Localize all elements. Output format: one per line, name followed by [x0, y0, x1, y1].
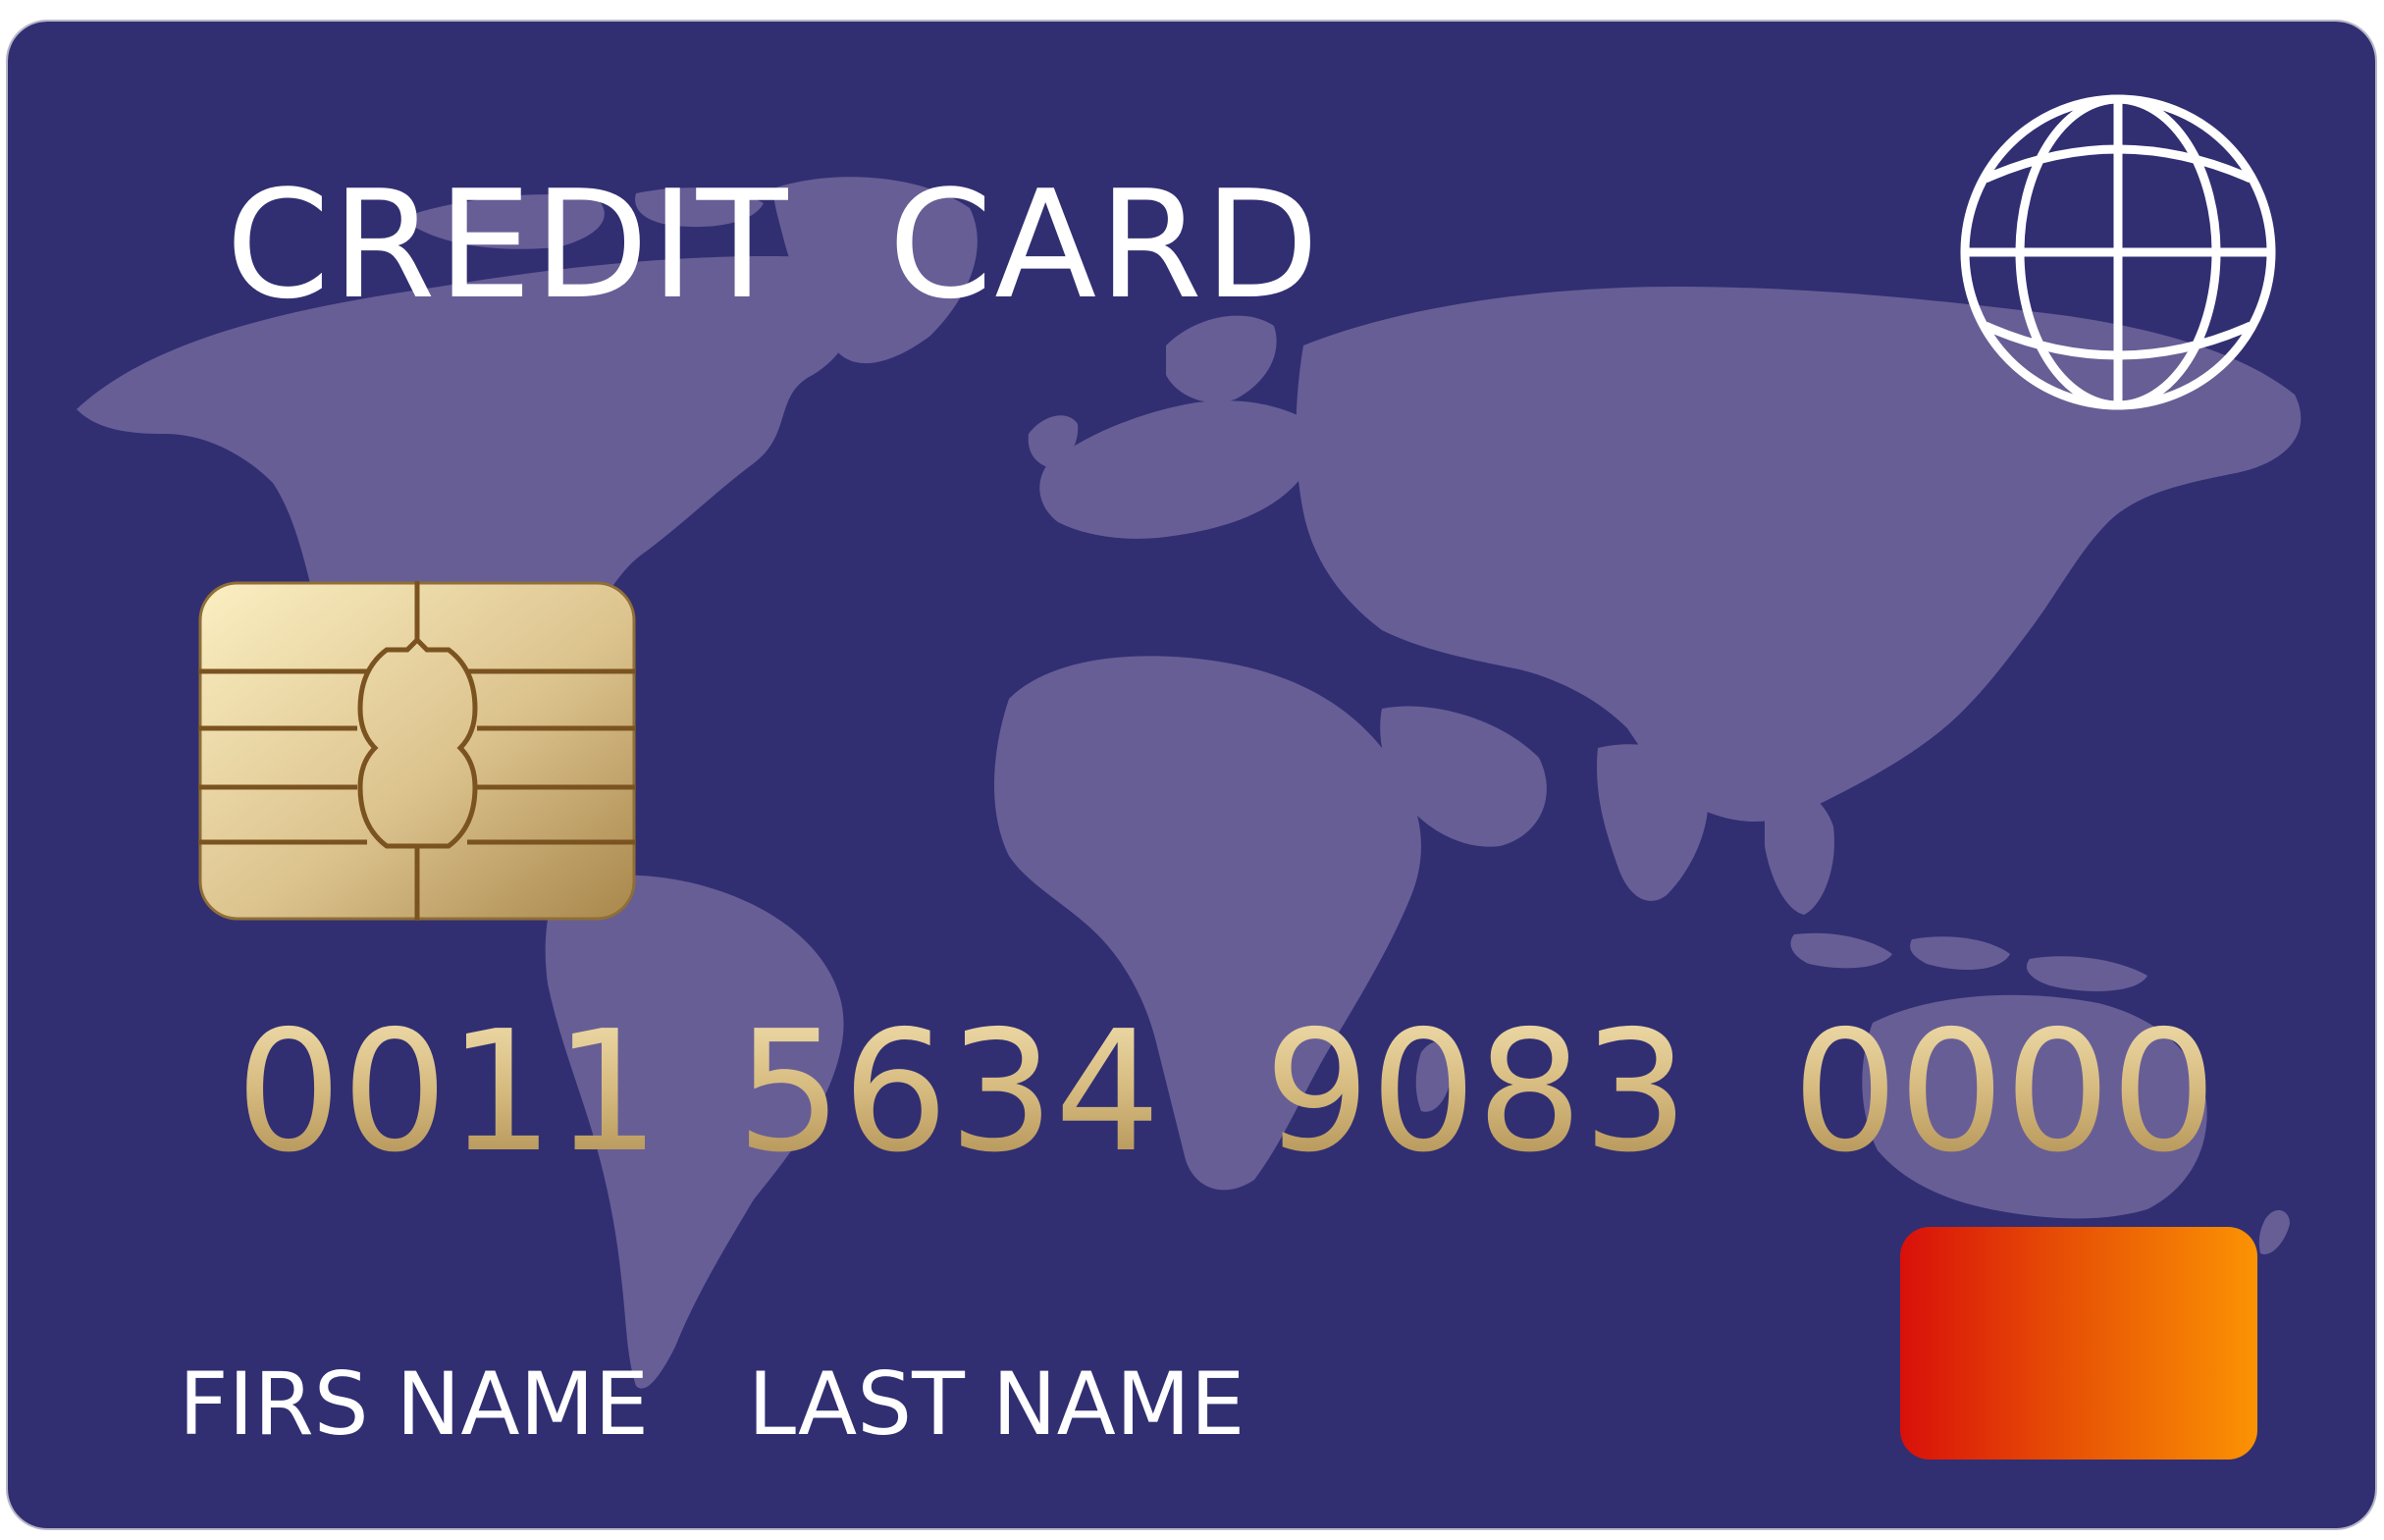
card-number-group-3: 9083 [1264, 995, 1689, 1190]
card-number: 0011 5634 9083 0000 [8, 1009, 2375, 1195]
card-number-group-1: 0011 [236, 995, 661, 1190]
globe-icon [1960, 94, 2276, 410]
card-number-group-4: 0000 [1792, 995, 2217, 1190]
emv-chip [198, 581, 636, 921]
card-title: CREDIT CARD [226, 158, 1321, 332]
brand-logo [1900, 1227, 2257, 1460]
card-number-group-2: 5634 [736, 995, 1161, 1190]
credit-card: CREDIT CARD 0011 5634 9083 0000 FIRS NAM… [6, 20, 2377, 1530]
cardholder-last-name: LAST NAME [748, 1354, 1245, 1455]
cardholder-first-name: FIRS NAME [179, 1354, 650, 1455]
